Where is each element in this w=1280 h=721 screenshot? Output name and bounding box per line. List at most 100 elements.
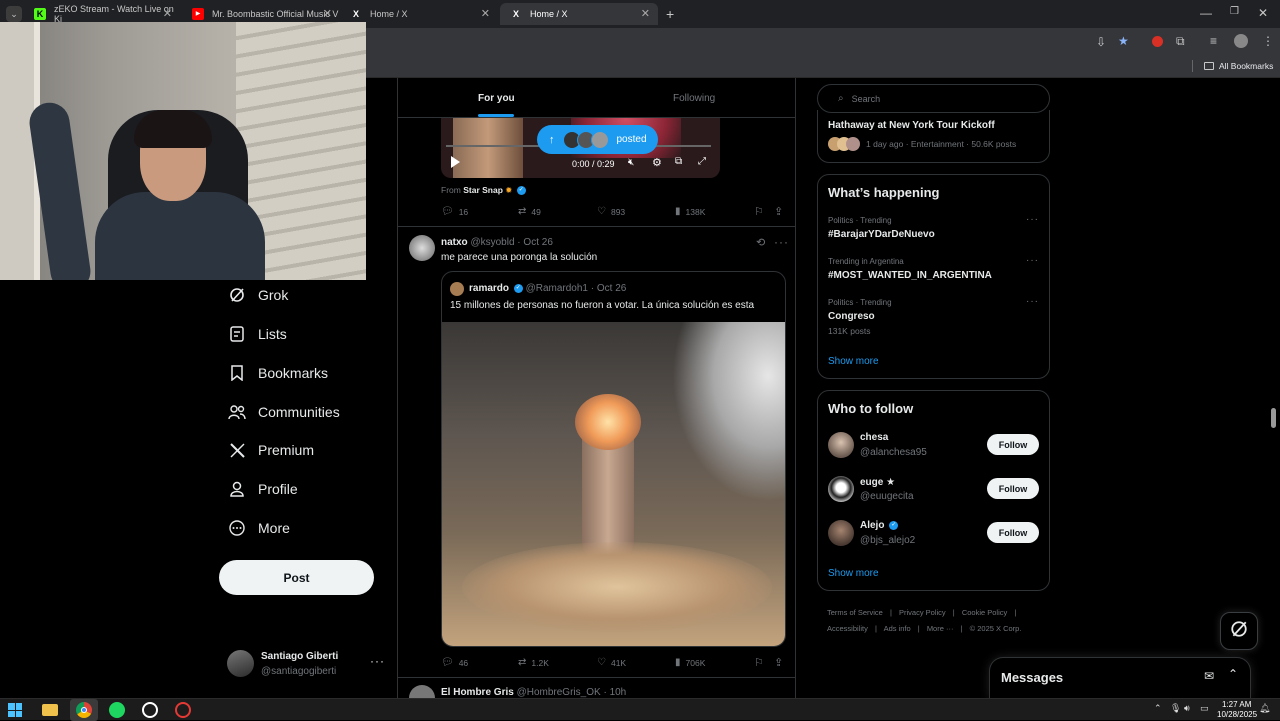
quote-card[interactable]: ramardo ✓ @Ramardoh1 · Oct 26 15 millone… (441, 271, 786, 647)
chrome-taskbar-icon[interactable] (70, 699, 98, 721)
app-icon-red[interactable] (175, 702, 191, 718)
footer-link[interactable]: Ads info (884, 624, 911, 633)
install-app-icon[interactable]: ⇩ (1096, 35, 1106, 49)
spotify-icon[interactable] (109, 702, 125, 718)
footer-link[interactable]: Privacy Policy (899, 608, 946, 617)
play-icon[interactable] (451, 156, 460, 168)
mute-icon[interactable]: 🔇︎ (628, 157, 634, 168)
reading-list-icon[interactable]: ≡ (1210, 34, 1217, 48)
show-more-link[interactable]: Show more (828, 568, 879, 579)
trend-item[interactable]: Politics · Trending #BarajarYDarDeNuevo … (818, 213, 1049, 249)
author-avatar[interactable] (409, 685, 435, 698)
trend-item[interactable]: Politics · Trending Congreso 131K posts … (818, 295, 1049, 341)
view-count[interactable]: ▮ 706K (675, 657, 705, 668)
close-icon[interactable]: ✕ (323, 7, 332, 20)
bookmark-post-icon[interactable]: ⚐ (754, 656, 764, 669)
event-card[interactable]: Hathaway at New York Tour Kickoff 1 day … (817, 110, 1050, 163)
trend-more-icon[interactable]: ··· (1026, 296, 1039, 307)
clock-time[interactable]: 1:27 AM (1222, 700, 1251, 709)
trend-more-icon[interactable]: ··· (1026, 255, 1039, 266)
nav-item-more[interactable]: More (228, 516, 290, 540)
quote-media-image[interactable] (442, 322, 785, 646)
tab-x-home-active[interactable]: X Home / X ✕ (500, 3, 658, 25)
user-avatar[interactable] (828, 520, 854, 546)
nav-item-lists[interactable]: Lists (228, 322, 287, 346)
user-name[interactable]: euge ★ (860, 477, 895, 488)
tray-chevron-icon[interactable]: ⌃ (1154, 703, 1162, 714)
windows-start-icon[interactable] (8, 703, 22, 717)
trend-more-icon[interactable]: ··· (1026, 214, 1039, 225)
account-menu-icon[interactable]: ··· (370, 654, 385, 668)
reply-count[interactable]: 💬︎ 16 (441, 206, 468, 217)
bookmark-post-icon[interactable]: ⚐ (754, 205, 764, 218)
pip-icon[interactable]: ⧉ (675, 156, 682, 167)
repost-count[interactable]: ⇄ 49 (518, 206, 541, 217)
author-name[interactable]: natxo (441, 237, 468, 248)
restore-icon[interactable]: ❐ (1230, 6, 1239, 17)
show-more-link[interactable]: Show more (828, 356, 879, 367)
browser-menu-icon[interactable]: ⋮ (1262, 34, 1274, 48)
user-name[interactable]: chesa (860, 432, 888, 443)
author-name[interactable]: El Hombre Gris (441, 687, 514, 698)
microphone-icon[interactable]: 🎙︎ (1170, 703, 1181, 714)
grok-post-icon[interactable]: ⟲ (756, 236, 765, 249)
display-icon[interactable]: ▭ (1200, 703, 1209, 714)
profile-avatar-icon[interactable] (1234, 34, 1248, 48)
clock-date[interactable]: 10/28/2025 (1217, 710, 1257, 719)
user-name[interactable]: Alejo (860, 520, 884, 531)
follow-button[interactable]: Follow (987, 434, 1039, 455)
tab-following[interactable]: Following (673, 93, 715, 104)
post-button[interactable]: Post (219, 560, 374, 595)
post-date[interactable]: Oct 26 (523, 237, 552, 248)
footer-link[interactable]: Cookie Policy (962, 608, 1007, 617)
fullscreen-icon[interactable]: ⤢ (698, 156, 706, 167)
footer-link[interactable]: More ··· (927, 624, 954, 633)
nav-item-profile[interactable]: Profile (228, 477, 298, 501)
like-count[interactable]: ♡ 893 (597, 206, 625, 217)
nav-item-grok[interactable]: Grok (228, 283, 288, 307)
reply-count[interactable]: 💬︎ 46 (441, 657, 468, 668)
expand-messages-icon[interactable]: ⌃ (1228, 667, 1238, 681)
window-close-icon[interactable]: ✕ (1258, 6, 1268, 20)
close-icon[interactable]: ✕ (163, 7, 172, 20)
search-input[interactable]: ⌕ Search (817, 84, 1050, 113)
close-icon[interactable]: ✕ (641, 7, 650, 20)
tab-for-you[interactable]: For you (478, 93, 515, 104)
messages-drawer[interactable]: Messages ✉ ⌃ (989, 657, 1251, 698)
follow-button[interactable]: Follow (987, 522, 1039, 543)
bookmark-star-icon[interactable]: ★ (1118, 34, 1129, 48)
follow-button[interactable]: Follow (987, 478, 1039, 499)
account-avatar[interactable] (227, 650, 254, 677)
footer-link[interactable]: Terms of Service (827, 608, 883, 617)
extensions-icon[interactable]: ⧉ (1176, 34, 1185, 49)
file-explorer-icon[interactable] (42, 704, 58, 716)
nav-item-bookmarks[interactable]: Bookmarks (228, 361, 328, 385)
account-name[interactable]: Santiago Giberti (261, 651, 338, 662)
like-count[interactable]: ♡ 41K (597, 657, 626, 668)
from-source-name[interactable]: Star Snap (463, 185, 503, 195)
minimize-icon[interactable]: — (1200, 6, 1212, 20)
extension-red-icon[interactable] (1152, 36, 1163, 47)
grok-floating-button[interactable] (1220, 612, 1258, 650)
repost-count[interactable]: ⇄ 1.2K (518, 657, 549, 668)
new-message-icon[interactable]: ✉ (1204, 669, 1214, 683)
nav-item-communities[interactable]: Communities (228, 400, 340, 424)
all-bookmarks-button[interactable]: All Bookmarks (1204, 61, 1273, 71)
notification-bell-icon[interactable]: 🔔︎ (1259, 703, 1270, 714)
close-icon[interactable]: ✕ (481, 7, 490, 20)
author-avatar[interactable] (409, 235, 435, 261)
new-tab-icon[interactable]: + (666, 6, 674, 22)
share-icon[interactable]: ⇪ (774, 205, 783, 218)
nav-item-premium[interactable]: Premium (228, 438, 314, 462)
post-date[interactable]: 10h (610, 687, 627, 698)
trend-item[interactable]: Trending in Argentina #MOST_WANTED_IN_AR… (818, 255, 1049, 291)
footer-link[interactable]: Accessibility (827, 624, 868, 633)
post-more-icon[interactable]: ··· (774, 235, 789, 249)
new-posts-pill[interactable]: ↑ posted (537, 125, 658, 154)
view-count[interactable]: ▮ 138K (675, 206, 705, 217)
page-scrollbar[interactable] (1271, 408, 1276, 428)
volume-icon[interactable]: 🔊︎ (1184, 703, 1190, 714)
user-avatar[interactable] (828, 476, 854, 502)
app-icon[interactable] (142, 702, 158, 718)
user-avatar[interactable] (828, 432, 854, 458)
